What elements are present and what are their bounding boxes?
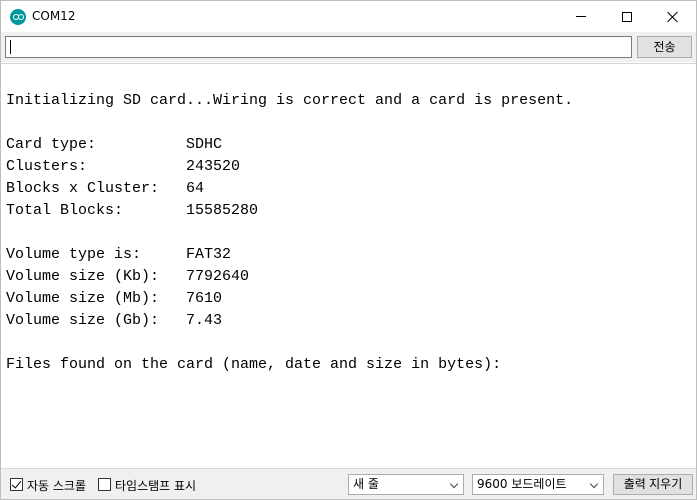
close-icon [667,11,679,23]
title-bar[interactable]: COM12 [1,1,696,32]
send-button[interactable]: 전송 [637,36,692,58]
baud-rate-value: 9600 보드레이트 [477,477,567,491]
timestamp-label: 타임스탬프 표시 [115,479,197,493]
output-line: Initializing SD card...Wiring is correct… [6,92,574,109]
minimize-button[interactable] [558,1,604,32]
send-row: 전송 [1,32,696,62]
serial-output[interactable]: Initializing SD card...Wiring is correct… [1,63,696,467]
maximize-icon [622,11,632,22]
minimize-icon [576,16,586,17]
serial-send-input[interactable] [5,36,632,58]
autoscroll-label: 자동 스크롤 [27,479,87,493]
line-ending-select[interactable]: 새 줄 [348,474,464,495]
autoscroll-checkbox[interactable] [10,478,23,491]
output-line: Card type: SDHC [6,136,223,153]
clear-output-button[interactable]: 출력 지우기 [613,474,693,495]
maximize-button[interactable] [604,1,650,32]
output-line: Volume size (Gb): 7.43 [6,312,223,329]
output-line: Files found on the card (name, date and … [6,356,502,373]
arduino-icon [10,9,26,25]
serial-monitor-window: COM12 전송 Initializing SD card...Wiring i… [0,0,697,500]
output-line: Volume type is: FAT32 [6,246,232,263]
text-caret [10,40,11,54]
output-line: Total Blocks: 15585280 [6,202,259,219]
output-line: Blocks x Cluster: 64 [6,180,205,197]
output-line: Volume size (Mb): 7610 [6,290,223,307]
output-line: Clusters: 243520 [6,158,241,175]
chevron-down-icon [589,479,599,489]
close-button[interactable] [650,1,696,32]
baud-rate-select[interactable]: 9600 보드레이트 [472,474,604,495]
line-ending-value: 새 줄 [353,477,379,491]
chevron-down-icon [449,479,459,489]
output-line: Volume size (Kb): 7792640 [6,268,250,285]
window-title: COM12 [32,9,76,23]
status-bar: 자동 스크롤 타임스탬프 표시 새 줄 9600 보드레이트 출력 지우기 [1,468,696,499]
timestamp-checkbox[interactable] [98,478,111,491]
